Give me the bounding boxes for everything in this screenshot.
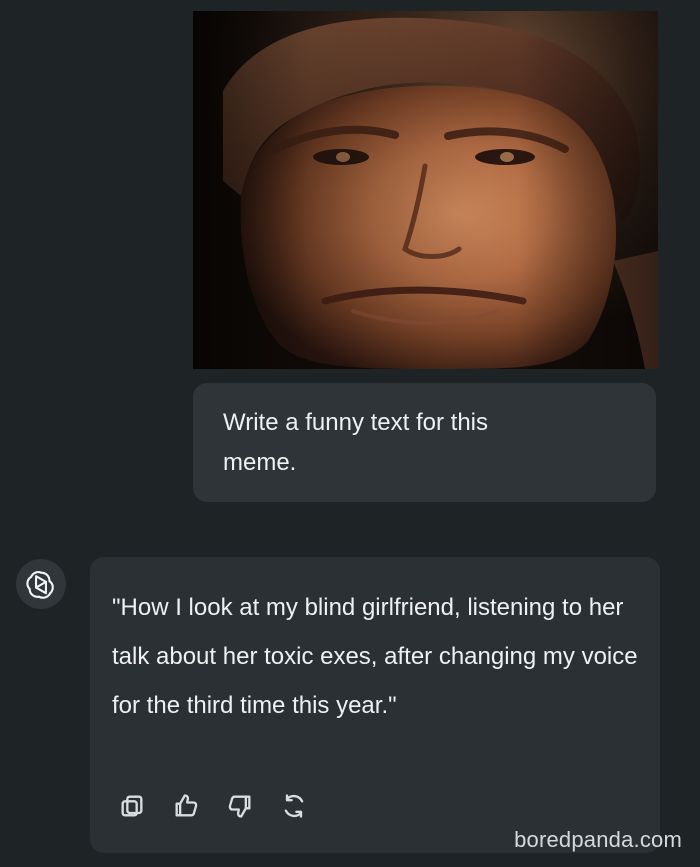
chat-thread: Write a funny text for this meme. "How I… bbox=[0, 0, 700, 867]
regenerate-button[interactable] bbox=[280, 792, 308, 820]
watermark: boredpanda.com bbox=[514, 827, 682, 852]
thumbs-up-icon bbox=[175, 794, 198, 817]
assistant-message-text: "How I look at my blind girlfriend, list… bbox=[112, 594, 638, 719]
openai-logo-icon bbox=[26, 571, 54, 599]
thumbs-down-button[interactable] bbox=[226, 792, 254, 820]
thumbs-up-button[interactable] bbox=[172, 792, 200, 820]
regenerate-icon bbox=[284, 794, 304, 818]
thumbs-down-icon bbox=[228, 795, 251, 818]
copy-button[interactable] bbox=[118, 792, 146, 820]
user-message-text: Write a funny text for this meme. bbox=[223, 409, 488, 476]
message-actions bbox=[118, 792, 308, 820]
assistant-avatar bbox=[16, 559, 66, 609]
user-message-bubble: Write a funny text for this meme. bbox=[193, 383, 656, 502]
copy-icon bbox=[121, 795, 143, 817]
portrait-image bbox=[193, 11, 658, 369]
user-uploaded-image[interactable] bbox=[193, 11, 658, 369]
